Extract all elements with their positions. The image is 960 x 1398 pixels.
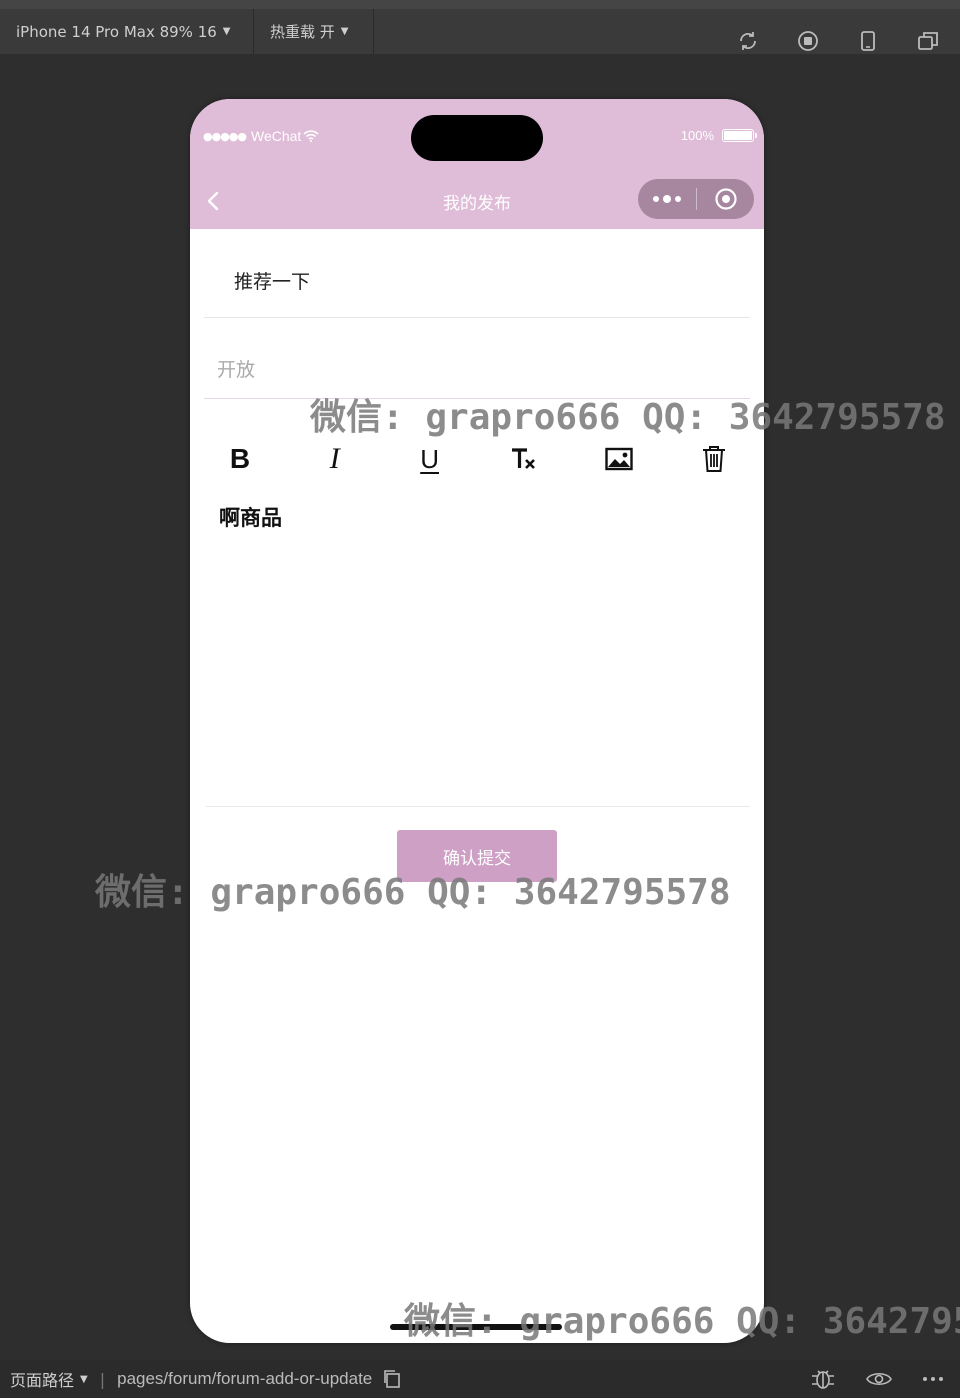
page-path-selector[interactable]: 页面路径 ▼ <box>0 1367 88 1391</box>
multi-window-icon[interactable] <box>916 29 940 53</box>
simulator-toolbar: iPhone 14 Pro Max 89% 16 ▼ 热重载 开 ▼ <box>0 0 960 54</box>
carrier-label: WeChat <box>251 128 302 144</box>
miniprogram-capsule <box>638 179 754 219</box>
bold-button[interactable]: B <box>220 439 260 479</box>
home-indicator <box>390 1324 562 1330</box>
title-field <box>204 245 750 318</box>
image-icon <box>605 447 633 471</box>
signal-indicator: ●●●●● WeChat <box>203 128 319 144</box>
more-icon[interactable] <box>638 179 696 219</box>
battery-status: 100% <box>680 128 757 143</box>
trash-icon <box>702 446 725 472</box>
delete-button[interactable] <box>694 439 734 479</box>
device-selector[interactable]: iPhone 14 Pro Max 89% 16 ▼ <box>0 9 254 54</box>
copy-icon[interactable] <box>382 1369 402 1389</box>
page-path-label: 页面路径 <box>10 1371 75 1390</box>
phone-icon[interactable] <box>856 29 880 53</box>
insert-image-button[interactable] <box>599 439 639 479</box>
hot-reload-label: 热重载 开 <box>270 23 335 41</box>
more-options-icon[interactable] <box>922 1376 944 1382</box>
clear-format-icon <box>512 448 536 469</box>
debug-icon[interactable] <box>810 1367 836 1391</box>
clear-format-button[interactable] <box>504 439 544 479</box>
chevron-down-icon: ▼ <box>80 1373 88 1385</box>
wifi-icon <box>303 130 319 142</box>
divider: | <box>99 1369 106 1389</box>
submit-button[interactable]: 确认提交 <box>397 830 557 882</box>
editor-toolbar: B I U <box>212 437 742 481</box>
phone-screen: ●●●●● WeChat 100% 我的发布 开放 B <box>190 99 764 1343</box>
battery-percent: 100% <box>680 128 714 143</box>
page-path-bar: 页面路径 ▼ | pages/forum/forum-add-or-update <box>0 1360 960 1398</box>
navigation-bar: 我的发布 <box>190 171 764 229</box>
record-icon[interactable] <box>796 29 820 53</box>
italic-button[interactable]: I <box>315 439 355 479</box>
title-input[interactable] <box>234 269 714 291</box>
underline-button[interactable]: U <box>410 439 450 479</box>
editor-content: 啊商品 <box>219 506 282 530</box>
type-field[interactable]: 开放 <box>204 329 750 399</box>
device-label: iPhone 14 Pro Max 89% 16 <box>16 22 217 41</box>
close-miniprogram-icon[interactable] <box>697 179 754 219</box>
page-path-value: pages/forum/forum-add-or-update <box>117 1369 373 1388</box>
dynamic-island <box>411 115 543 161</box>
chevron-down-icon: ▼ <box>222 26 231 37</box>
type-placeholder: 开放 <box>217 359 256 381</box>
refresh-icon[interactable] <box>736 29 760 53</box>
battery-icon <box>722 129 757 142</box>
status-bar: ●●●●● WeChat 100% <box>190 99 764 171</box>
preview-eye-icon[interactable] <box>866 1369 892 1389</box>
chevron-down-icon: ▼ <box>340 26 349 37</box>
rich-text-editor[interactable]: 啊商品 <box>206 499 750 807</box>
hot-reload-toggle[interactable]: 热重载 开 ▼ <box>254 9 374 54</box>
